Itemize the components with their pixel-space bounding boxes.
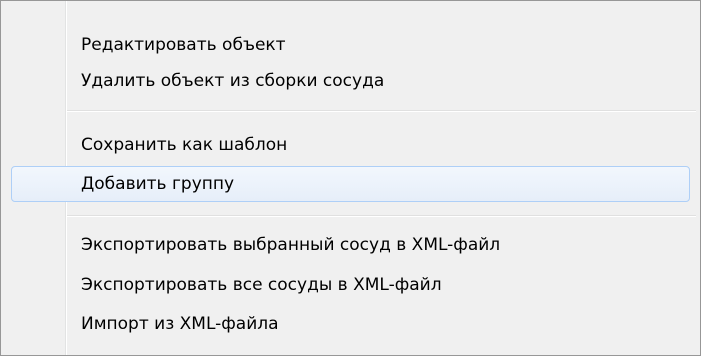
menu-item-label: Добавить группу [81, 174, 235, 194]
menu-item-remove-object[interactable]: Удалить объект из сборки сосуда [11, 63, 690, 99]
menu-item-export-all-xml[interactable]: Экспортировать все сосуды в XML-файл [11, 267, 690, 303]
menu-item-label: Экспортировать все сосуды в XML-файл [81, 275, 442, 295]
menu-item-import-xml[interactable]: Импорт из XML-файла [11, 306, 690, 342]
menu-item-label: Импорт из XML-файла [81, 314, 279, 334]
context-menu: Редактировать объект Удалить объект из с… [0, 0, 701, 356]
menu-item-add-group[interactable]: Добавить группу [11, 166, 690, 202]
menu-item-edit-object[interactable]: Редактировать объект [11, 27, 690, 63]
menu-item-label: Удалить объект из сборки сосуда [81, 71, 385, 91]
menu-item-label: Сохранить как шаблон [81, 135, 288, 155]
menu-item-export-selected-xml[interactable]: Экспортировать выбранный сосуд в XML-фай… [11, 227, 690, 263]
menu-item-save-template[interactable]: Сохранить как шаблон [11, 127, 690, 163]
menu-separator-highlight [67, 216, 696, 217]
menu-item-label: Экспортировать выбранный сосуд в XML-фай… [81, 235, 501, 255]
menu-item-label: Редактировать объект [81, 35, 286, 55]
menu-separator-highlight [67, 111, 696, 112]
